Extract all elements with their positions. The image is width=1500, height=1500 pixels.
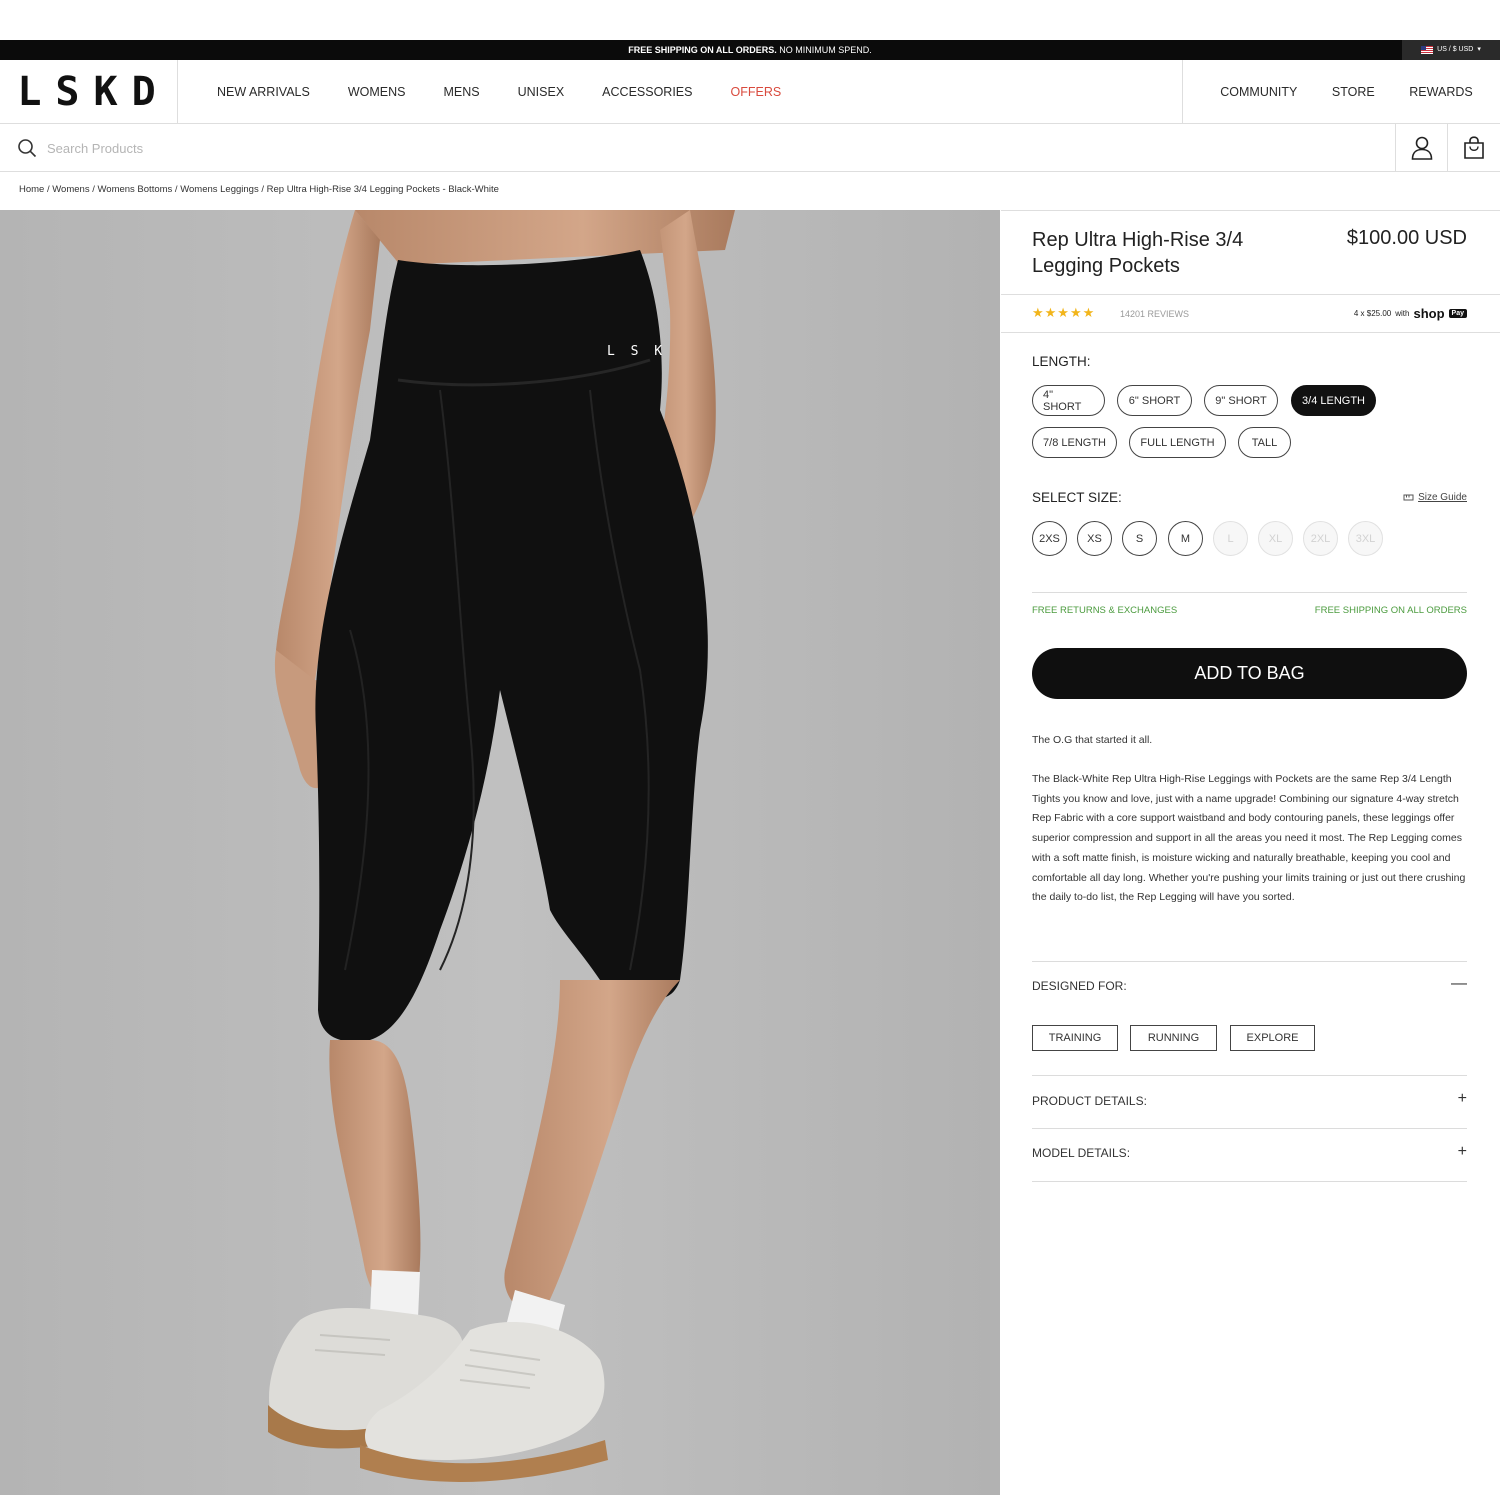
shop-pay-logo: shop [1413,306,1445,321]
description-body: The Black-White Rep Ultra High-Rise Legg… [1032,773,1466,904]
size-option-s[interactable]: S [1122,521,1157,556]
length-option-6-short[interactable]: 6" SHORT [1117,385,1192,416]
free-shipping-text: FREE SHIPPING ON ALL ORDERS [1314,605,1467,616]
primary-nav: NEW ARRIVALS WOMENS MENS UNISEX ACCESSOR… [217,60,819,124]
installment-with: with [1395,309,1410,318]
title-row: Rep Ultra High-Rise 3/4 Legging Pockets … [1001,211,1500,295]
review-count[interactable]: 14201 REVIEWS [1120,309,1189,319]
product-image: L S K [0,210,1000,1495]
divider [1032,1181,1467,1182]
nav-unisex[interactable]: UNISEX [518,85,565,99]
tag-running[interactable]: RUNNING [1130,1025,1217,1051]
installment-amount: 4 x $25.00 [1353,309,1392,318]
size-option-m[interactable]: M [1168,521,1203,556]
divider [1032,961,1467,962]
size-guide-label: Size Guide [1418,492,1467,503]
product-details-title[interactable]: PRODUCT DETAILS: [1032,1094,1147,1108]
divider [1032,1075,1467,1076]
product-price: $100.00 USD [1346,227,1467,249]
divider [1032,1128,1467,1129]
main-header: LSKD NEW ARRIVALS WOMENS MENS UNISEX ACC… [0,60,1500,124]
model-details-title[interactable]: MODEL DETAILS: [1032,1146,1130,1160]
shopping-bag-icon [1463,136,1484,159]
product-title: Rep Ultra High-Rise 3/4 Legging Pockets [1032,229,1244,277]
top-whitespace [0,0,1500,40]
nav-offers[interactable]: OFFERS [730,85,781,99]
search-bar [0,124,1500,172]
locale-label: US / $ USD [1437,46,1474,53]
size-option-2xl[interactable]: 2XL [1303,521,1338,556]
us-flag-icon [1421,46,1434,54]
model-wearing-leggings-illustration: L S K [0,210,1000,1495]
nav-accessories[interactable]: ACCESSORIES [602,85,692,99]
breadcrumb[interactable]: Home / Womens / Womens Bottoms / Womens … [19,184,499,195]
promo-text: NO MINIMUM SPEND. [776,45,872,55]
tag-explore[interactable]: EXPLORE [1230,1025,1315,1051]
locale-selector[interactable]: US / $ USD ▾ [1402,40,1500,60]
size-label: SELECT SIZE: [1032,490,1122,505]
star-rating-icon[interactable]: ★★★★★ [1032,305,1095,321]
size-option-2xs[interactable]: 2XS [1032,521,1067,556]
promo-bar: FREE SHIPPING ON ALL ORDERS. NO MINIMUM … [0,40,1500,60]
nav-mens[interactable]: MENS [444,85,480,99]
nav-community[interactable]: COMMUNITY [1220,85,1297,99]
size-option-xl[interactable]: XL [1258,521,1293,556]
length-option-3-4-length[interactable]: 3/4 LENGTH [1291,385,1376,416]
designed-for-title[interactable]: DESIGNED FOR: [1032,979,1127,993]
expand-icon[interactable]: + [1458,1090,1467,1108]
chevron-down-icon: ▾ [1477,46,1481,53]
shop-pay-installments[interactable]: 4 x $25.00 with shop Pay [1354,306,1467,321]
search-icon[interactable] [17,138,37,158]
waistband-logo: L S K [607,344,666,359]
length-option-tall[interactable]: TALL [1238,427,1291,458]
user-icon [1411,136,1432,160]
length-label: LENGTH: [1032,354,1091,369]
secondary-nav: COMMUNITY STORE REWARDS [1182,60,1500,124]
tag-training[interactable]: TRAINING [1032,1025,1118,1051]
ruler-icon [1403,494,1414,501]
length-option-9-short[interactable]: 9" SHORT [1204,385,1278,416]
add-to-bag-button[interactable]: ADD TO BAG [1032,648,1467,699]
length-option-7-8-length[interactable]: 7/8 LENGTH [1032,427,1117,458]
shop-pay-badge: Pay [1448,309,1467,318]
collapse-icon[interactable]: — [1451,975,1467,993]
size-guide-link[interactable]: Size Guide [1403,492,1467,503]
nav-womens[interactable]: WOMENS [348,85,406,99]
nav-new-arrivals[interactable]: NEW ARRIVALS [217,85,310,99]
bag-button[interactable] [1447,124,1499,172]
length-option-full-length[interactable]: FULL LENGTH [1129,427,1226,458]
size-option-xs[interactable]: XS [1077,521,1112,556]
description-intro: The O.G that started it all. [1032,734,1153,746]
account-button[interactable] [1395,124,1447,172]
nav-store[interactable]: STORE [1332,85,1375,99]
promo-text-bold: FREE SHIPPING ON ALL ORDERS. [628,45,777,55]
search-input[interactable] [47,136,747,160]
size-option-3xl[interactable]: 3XL [1348,521,1383,556]
expand-icon[interactable]: + [1458,1143,1467,1161]
rating-row: ★★★★★ 14201 REVIEWS 4 x $25.00 with shop… [1001,295,1500,333]
brand-logo: LSKD [17,69,170,115]
size-option-l[interactable]: L [1213,521,1248,556]
nav-rewards[interactable]: REWARDS [1409,85,1472,99]
product-panel: Rep Ultra High-Rise 3/4 Legging Pockets … [1001,210,1500,1500]
length-option-4-short[interactable]: 4" SHORT [1032,385,1105,416]
logo-link[interactable]: LSKD [0,60,178,124]
free-returns-text: FREE RETURNS & EXCHANGES [1032,605,1178,616]
divider [1032,592,1467,593]
